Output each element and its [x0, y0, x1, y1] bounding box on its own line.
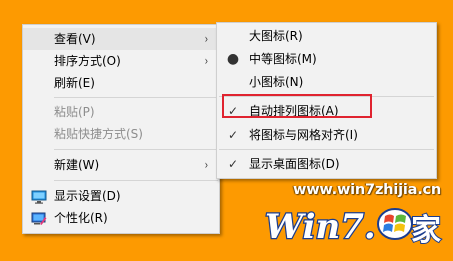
menu-item-label: 粘贴快捷方式(S) [54, 127, 143, 141]
chevron-right-icon: › [204, 54, 209, 68]
submenu-item-medium-icons[interactable]: ● 中等图标(M) [217, 48, 436, 70]
menu-separator [54, 180, 218, 181]
radio-bullet-icon: ● [226, 51, 240, 67]
menu-item-display-settings[interactable]: 显示设置(D) [23, 185, 219, 207]
menu-item-label: 新建(W) [54, 158, 100, 172]
highlight-annotation-box [222, 94, 372, 118]
menu-item-sort-by[interactable]: 排序方式(O) › [23, 50, 219, 72]
desktop-context-menu: 查看(V) › 排序方式(O) › 刷新(E) 粘贴(P) 粘贴快捷方式(S) … [22, 24, 220, 234]
submenu-item-small-icons[interactable]: 小图标(N) [217, 71, 436, 93]
watermark-logo-suffix: 家 [411, 213, 441, 248]
check-icon: ✓ [227, 128, 239, 142]
watermark-url: www.win7zhijia.cn [293, 182, 442, 198]
menu-separator [54, 97, 218, 98]
menu-item-label: 粘贴(P) [54, 105, 95, 119]
menu-item-new[interactable]: 新建(W) › [23, 154, 219, 176]
menu-item-view[interactable]: 查看(V) › [23, 28, 219, 50]
menu-item-label: 将图标与网格对齐(I) [249, 128, 358, 142]
chevron-right-icon: › [204, 158, 209, 172]
personalize-icon [31, 211, 47, 225]
submenu-item-large-icons[interactable]: 大图标(R) [217, 25, 436, 47]
menu-separator [219, 149, 434, 150]
menu-item-label: 刷新(E) [54, 76, 95, 90]
submenu-item-show-desktop-icons[interactable]: ✓ 显示桌面图标(D) [217, 153, 436, 175]
menu-item-label: 个性化(R) [54, 211, 108, 225]
menu-item-label: 排序方式(O) [54, 54, 121, 68]
menu-item-label: 小图标(N) [249, 75, 304, 89]
windows-flag-icon [377, 208, 413, 240]
chevron-right-icon: › [204, 32, 209, 46]
menu-item-paste-shortcut[interactable]: 粘贴快捷方式(S) [23, 123, 219, 145]
display-settings-icon [31, 189, 47, 204]
menu-item-label: 显示桌面图标(D) [249, 157, 340, 171]
menu-item-label: 显示设置(D) [54, 189, 121, 203]
menu-item-label: 中等图标(M) [249, 52, 317, 66]
menu-item-personalize[interactable]: 个性化(R) [23, 207, 219, 229]
menu-item-paste[interactable]: 粘贴(P) [23, 101, 219, 123]
check-icon: ✓ [227, 157, 239, 171]
menu-item-refresh[interactable]: 刷新(E) [23, 72, 219, 94]
submenu-item-align-to-grid[interactable]: ✓ 将图标与网格对齐(I) [217, 124, 436, 146]
menu-item-label: 大图标(R) [249, 29, 303, 43]
view-submenu: 大图标(R) ● 中等图标(M) 小图标(N) ✓ 自动排列图标(A) ✓ 将图… [216, 22, 437, 179]
watermark-logo-text: Win7. [265, 207, 376, 247]
menu-item-label: 查看(V) [54, 32, 96, 46]
menu-separator [54, 149, 218, 150]
watermark-logo: Win7. 家 [264, 206, 442, 249]
